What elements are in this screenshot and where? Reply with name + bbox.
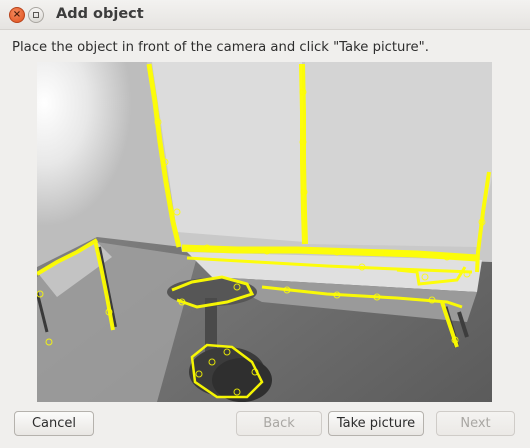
window-title: Add object [56, 6, 144, 22]
close-icon[interactable]: × [9, 7, 25, 23]
take-picture-button[interactable]: Take picture [328, 411, 424, 436]
title-bar: × Add object [0, 0, 530, 30]
back-button[interactable]: Back [236, 411, 322, 436]
camera-image [37, 62, 492, 402]
camera-preview [37, 62, 492, 402]
cancel-button[interactable]: Cancel [14, 411, 94, 436]
minimize-icon[interactable] [28, 7, 44, 23]
next-button[interactable]: Next [436, 411, 515, 436]
instruction-text: Place the object in front of the camera … [12, 40, 429, 55]
